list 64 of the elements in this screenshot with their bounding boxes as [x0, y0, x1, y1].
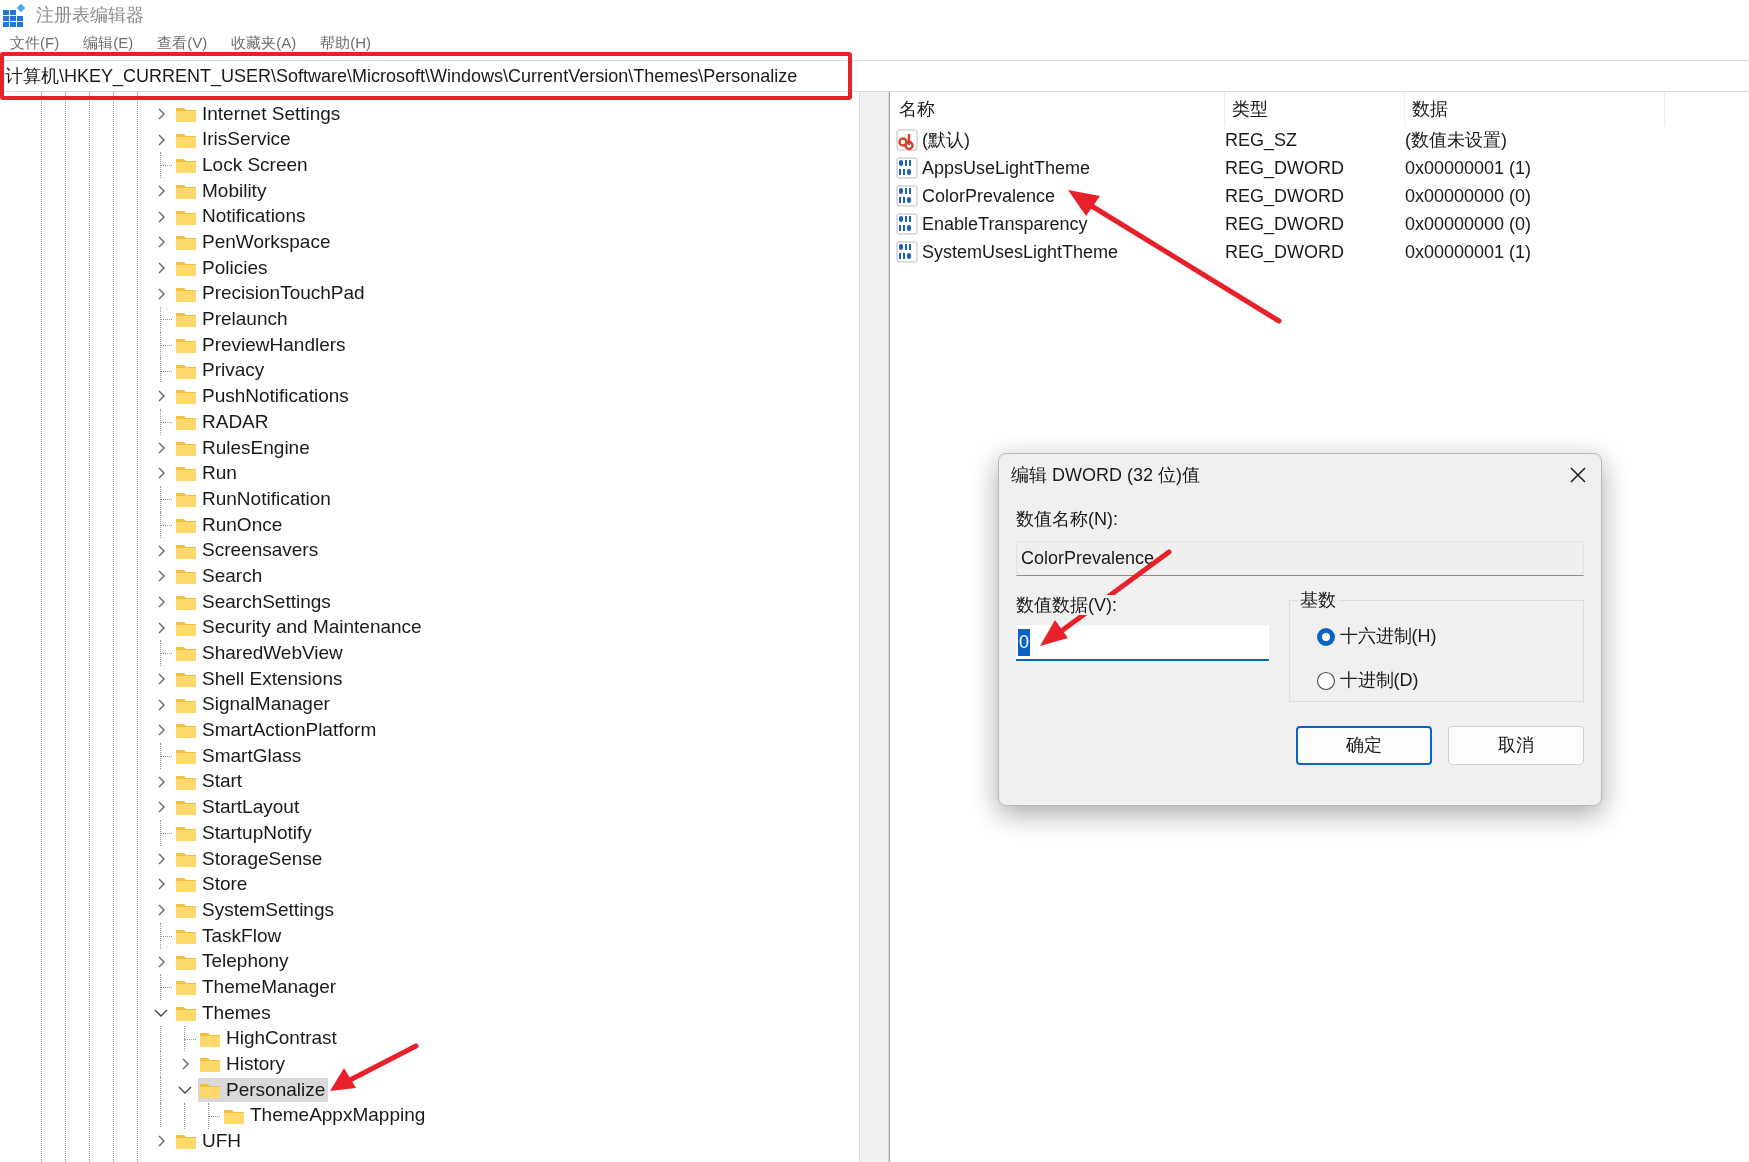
folder-icon: [175, 413, 197, 432]
value-data: 0x00000000 (0): [1405, 212, 1533, 236]
column-header[interactable]: 数据: [1405, 92, 1665, 126]
menu-item[interactable]: 收藏夹(A): [231, 32, 297, 55]
folder-icon: [175, 490, 197, 509]
binary-value-icon: [896, 241, 918, 263]
app-icon: [2, 3, 26, 28]
radio-option[interactable]: 十六进制(H): [1315, 623, 1583, 650]
value-name[interactable]: (默认): [922, 126, 970, 154]
menu-item[interactable]: 文件(F): [10, 32, 60, 55]
folder-icon: [175, 310, 197, 329]
value-name[interactable]: AppsUseLightTheme: [922, 154, 1091, 182]
string-value-icon: [896, 129, 918, 151]
value-name[interactable]: EnableTransparency: [922, 210, 1088, 238]
value-name[interactable]: SystemUsesLightTheme: [922, 238, 1119, 266]
folder-icon: [175, 567, 197, 586]
folder-icon: [175, 336, 197, 355]
address-bar[interactable]: 计算机\HKEY_CURRENT_USER\Software\Microsoft\Windows\CurrentVersion\Themes\Personalize: [0, 62, 798, 90]
radio-button[interactable]: [1315, 626, 1336, 647]
name-field[interactable]: ColorPrevalence: [1016, 541, 1584, 576]
folder-icon: [175, 464, 197, 483]
radio-button[interactable]: [1315, 670, 1336, 691]
value-name[interactable]: ColorPrevalence: [922, 182, 1056, 210]
folder-icon: [175, 156, 197, 175]
value-type: REG_DWORD: [1225, 156, 1345, 181]
folder-icon: [199, 1055, 221, 1074]
ok-button[interactable]: 确定: [1296, 726, 1432, 765]
scrollbar[interactable]: [859, 92, 889, 1162]
folder-icon: [175, 824, 197, 843]
value-field[interactable]: 0: [1016, 625, 1269, 661]
value-data: 0x00000001 (1): [1405, 240, 1533, 264]
folder-icon: [175, 875, 197, 894]
folder-icon: [175, 721, 197, 740]
folder-icon: [175, 233, 197, 252]
binary-value-icon: [896, 157, 918, 179]
field-label: 数值名称(N):: [1016, 508, 1119, 531]
folder-icon: [175, 644, 197, 663]
window-title: 注册表编辑器: [36, 4, 144, 27]
radio-option[interactable]: 十进制(D): [1315, 667, 1583, 694]
value-type: REG_DWORD: [1225, 240, 1345, 265]
folder-icon: [175, 798, 197, 817]
cancel-button[interactable]: 取消: [1448, 726, 1584, 765]
folder-icon: [175, 1132, 197, 1151]
folder-icon: [175, 901, 197, 920]
field-label: 数值数据(V):: [1016, 595, 1117, 615]
value-data: 0x00000000 (0): [1405, 184, 1533, 208]
value-data: (数值未设置): [1405, 128, 1508, 152]
close-icon[interactable]: [1569, 466, 1587, 484]
value-type: REG_DWORD: [1225, 184, 1345, 209]
menu-item[interactable]: 帮助(H): [320, 32, 371, 55]
dialog-title: 编辑 DWORD (32 位)值: [1011, 463, 1200, 487]
folder-icon: [175, 387, 197, 406]
binary-value-icon: [896, 213, 918, 235]
folder-icon: [175, 747, 197, 766]
column-header[interactable]: 名称: [890, 92, 1225, 126]
value-type: REG_DWORD: [1225, 212, 1345, 237]
menu-item[interactable]: 编辑(E): [83, 32, 134, 55]
folder-icon: [175, 978, 197, 997]
menu-item[interactable]: 查看(V): [157, 32, 208, 55]
binary-value-icon: [896, 185, 918, 207]
column-header[interactable]: 类型: [1225, 92, 1405, 126]
tree-item[interactable]: Personalize: [198, 1077, 329, 1102]
value-data: 0x00000001 (1): [1405, 156, 1533, 180]
value-type: REG_SZ: [1225, 128, 1299, 153]
